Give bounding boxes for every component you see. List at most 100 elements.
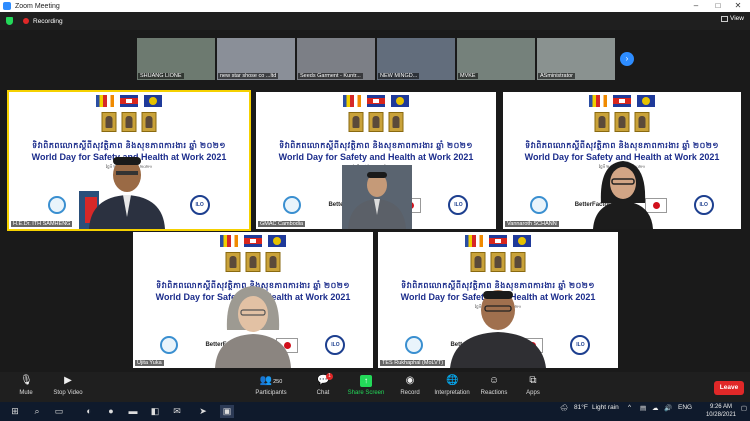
file-explorer-icon[interactable]: ▬ xyxy=(126,405,140,418)
system-clock[interactable]: 9:26 AM 10/28/2021 xyxy=(706,403,736,419)
weather-temp: 81°F xyxy=(574,404,588,411)
record-label: Record xyxy=(400,390,420,396)
royal-portraits xyxy=(101,112,157,132)
zoom-taskbar-icon[interactable]: ▣ xyxy=(220,405,234,418)
participant-name: Vannaroth SCHANN xyxy=(505,221,559,227)
cambodia-flag-icon xyxy=(244,235,262,247)
participant-tile[interactable]: ទិវាពិភពលោកស្តីពីសុវត្ថិភាព និងសុខភាពការ… xyxy=(378,232,618,368)
task-view-icon[interactable]: ▭ xyxy=(52,405,66,418)
gmac-logo-icon xyxy=(405,336,424,354)
stop-video-label: Stop Video xyxy=(53,390,83,396)
ilo-logo-icon: ILO xyxy=(693,195,714,215)
video-camera-icon: ▶ xyxy=(64,375,72,386)
network-icon[interactable]: ▤ xyxy=(640,404,646,412)
royal-portraits xyxy=(348,112,404,132)
security-shield-icon[interactable] xyxy=(6,17,13,25)
portrait-image xyxy=(470,252,486,272)
gmac-logo-icon xyxy=(160,336,179,354)
search-icon[interactable]: ⌕ xyxy=(30,405,44,418)
volume-icon[interactable]: 🔊 xyxy=(664,404,672,412)
leave-button[interactable]: Leave xyxy=(714,381,744,395)
reactions-label: Reactions xyxy=(480,390,508,396)
view-button[interactable]: View xyxy=(721,15,744,22)
portrait-image xyxy=(245,252,261,272)
window-title: Zoom Meeting xyxy=(15,2,60,10)
weather-icon[interactable]: 🌧 xyxy=(560,404,568,412)
minimize-button[interactable]: – xyxy=(686,0,706,12)
chat-badge: 1 xyxy=(326,373,333,380)
windows-taskbar: ⊞ ⌕ ▭ ◐ ● ▬ ◧ ✉ ➤ ▣ 🌧 81°F Light rain ^ … xyxy=(0,402,750,421)
ministry-seal-icon xyxy=(144,95,162,107)
mute-label: Mute xyxy=(19,390,33,396)
participants-button[interactable]: 👥250 Participants xyxy=(245,375,297,396)
maximize-button[interactable]: □ xyxy=(708,0,728,12)
language-indicator[interactable]: ENG xyxy=(678,404,692,411)
thumbnail-tile[interactable]: new star shose co ...ltd xyxy=(217,38,295,80)
participant-name: TES Rukhaphal (MoLVT) xyxy=(380,360,446,366)
slide-flags xyxy=(589,95,655,107)
notifications-icon[interactable]: ▢ xyxy=(741,404,747,412)
ilo-logo-icon: ILO xyxy=(189,195,210,215)
cambodia-flag-icon xyxy=(613,95,631,107)
apps-label: Apps xyxy=(526,390,540,396)
participants-count: 250 xyxy=(273,379,283,385)
store-icon[interactable]: ◧ xyxy=(148,405,162,418)
participant-tile[interactable]: ទិវាពិភពលោកស្តីពីសុវត្ថិភាព និងសុខភាពការ… xyxy=(256,92,496,229)
share-screen-icon: ↑ xyxy=(360,375,372,387)
participant-tile[interactable]: ទិវាពិភពលោកស្តីពីសុវត្ថិភាព និងសុខភាពការ… xyxy=(7,90,251,231)
clock-date: 10/28/2021 xyxy=(705,412,736,418)
thumbnail-tile[interactable]: MVKE xyxy=(457,38,535,80)
gmac-logo-icon xyxy=(530,196,549,214)
thumbnail-name: MVKE xyxy=(458,73,478,79)
telegram-icon[interactable]: ➤ xyxy=(196,405,210,418)
interpretation-label: Interpretation xyxy=(434,390,470,396)
portrait-image xyxy=(510,252,526,272)
edge-browser-icon[interactable]: ◐ xyxy=(82,405,96,418)
buddhist-flag-icon xyxy=(343,95,361,107)
buddhist-flag-icon xyxy=(96,95,114,107)
thumbnail-tile[interactable]: ASministrator xyxy=(537,38,615,80)
chat-icon: 💬 1 xyxy=(317,373,333,387)
tray-chevron-icon[interactable]: ^ xyxy=(628,404,631,411)
smiley-icon: ☺ xyxy=(488,375,500,386)
grid-view-icon xyxy=(721,15,729,22)
participant-video xyxy=(211,280,295,368)
windows-start-icon[interactable]: ⊞ xyxy=(8,405,22,418)
close-button[interactable]: ✕ xyxy=(728,0,748,12)
globe-icon: 🌐 xyxy=(446,375,459,386)
chrome-browser-icon[interactable]: ● xyxy=(104,405,118,418)
ministry-seal-icon xyxy=(637,95,655,107)
ilo-logo-icon: ILO xyxy=(325,335,346,355)
gmac-logo-icon xyxy=(283,196,302,214)
gmac-logo-icon xyxy=(48,196,67,214)
thumbnail-tile[interactable]: NEW MINGD... xyxy=(377,38,455,80)
ilo-logo-icon: ILO xyxy=(570,335,591,355)
thumbnail-name: new star shose co ...ltd xyxy=(218,73,279,79)
slide-khmer-title: ទិវាពិភពលោកស្តីពីសុវត្ថិភាព និងសុខភាពការ… xyxy=(525,141,719,150)
cambodia-flag-icon xyxy=(489,235,507,247)
buddhist-flag-icon xyxy=(465,235,483,247)
slide-flags xyxy=(343,95,409,107)
participant-tile[interactable]: ទិវាពិភពលោកស្តីពីសុវត្ថិភាព និងសុខភាពការ… xyxy=(133,232,373,368)
ilo-logo-icon: ILO xyxy=(448,195,469,215)
meeting-top-bar: Recording View xyxy=(0,12,750,30)
portrait-image xyxy=(614,112,630,132)
buddhist-flag-icon xyxy=(220,235,238,247)
participant-tile[interactable]: ទិវាពិភពលោកស្តីពីសុវត្ថិភាព និងសុខភាពការ… xyxy=(503,92,741,229)
slide-flags xyxy=(96,95,162,107)
apps-icon: ⧉ xyxy=(529,375,537,386)
mail-icon[interactable]: ✉ xyxy=(170,405,184,418)
thumbnail-tile[interactable]: Seeds Garment - Kuntr... xyxy=(297,38,375,80)
participant-name: GMAC Cambodia xyxy=(258,221,306,227)
next-page-arrow-icon[interactable]: › xyxy=(620,52,634,66)
portrait-image xyxy=(225,252,241,272)
participant-video xyxy=(79,151,175,229)
thumbnail-tile[interactable]: SHUANG LIONE xyxy=(137,38,215,80)
portrait-image xyxy=(265,252,281,272)
portrait-image xyxy=(388,112,404,132)
apps-button[interactable]: ⧉ Apps xyxy=(507,375,559,396)
onedrive-icon[interactable]: ☁ xyxy=(652,404,659,412)
stop-video-button[interactable]: ▶ Stop Video xyxy=(42,375,94,396)
thumbnail-name: SHUANG LIONE xyxy=(138,73,184,79)
ministry-seal-icon xyxy=(513,235,531,247)
